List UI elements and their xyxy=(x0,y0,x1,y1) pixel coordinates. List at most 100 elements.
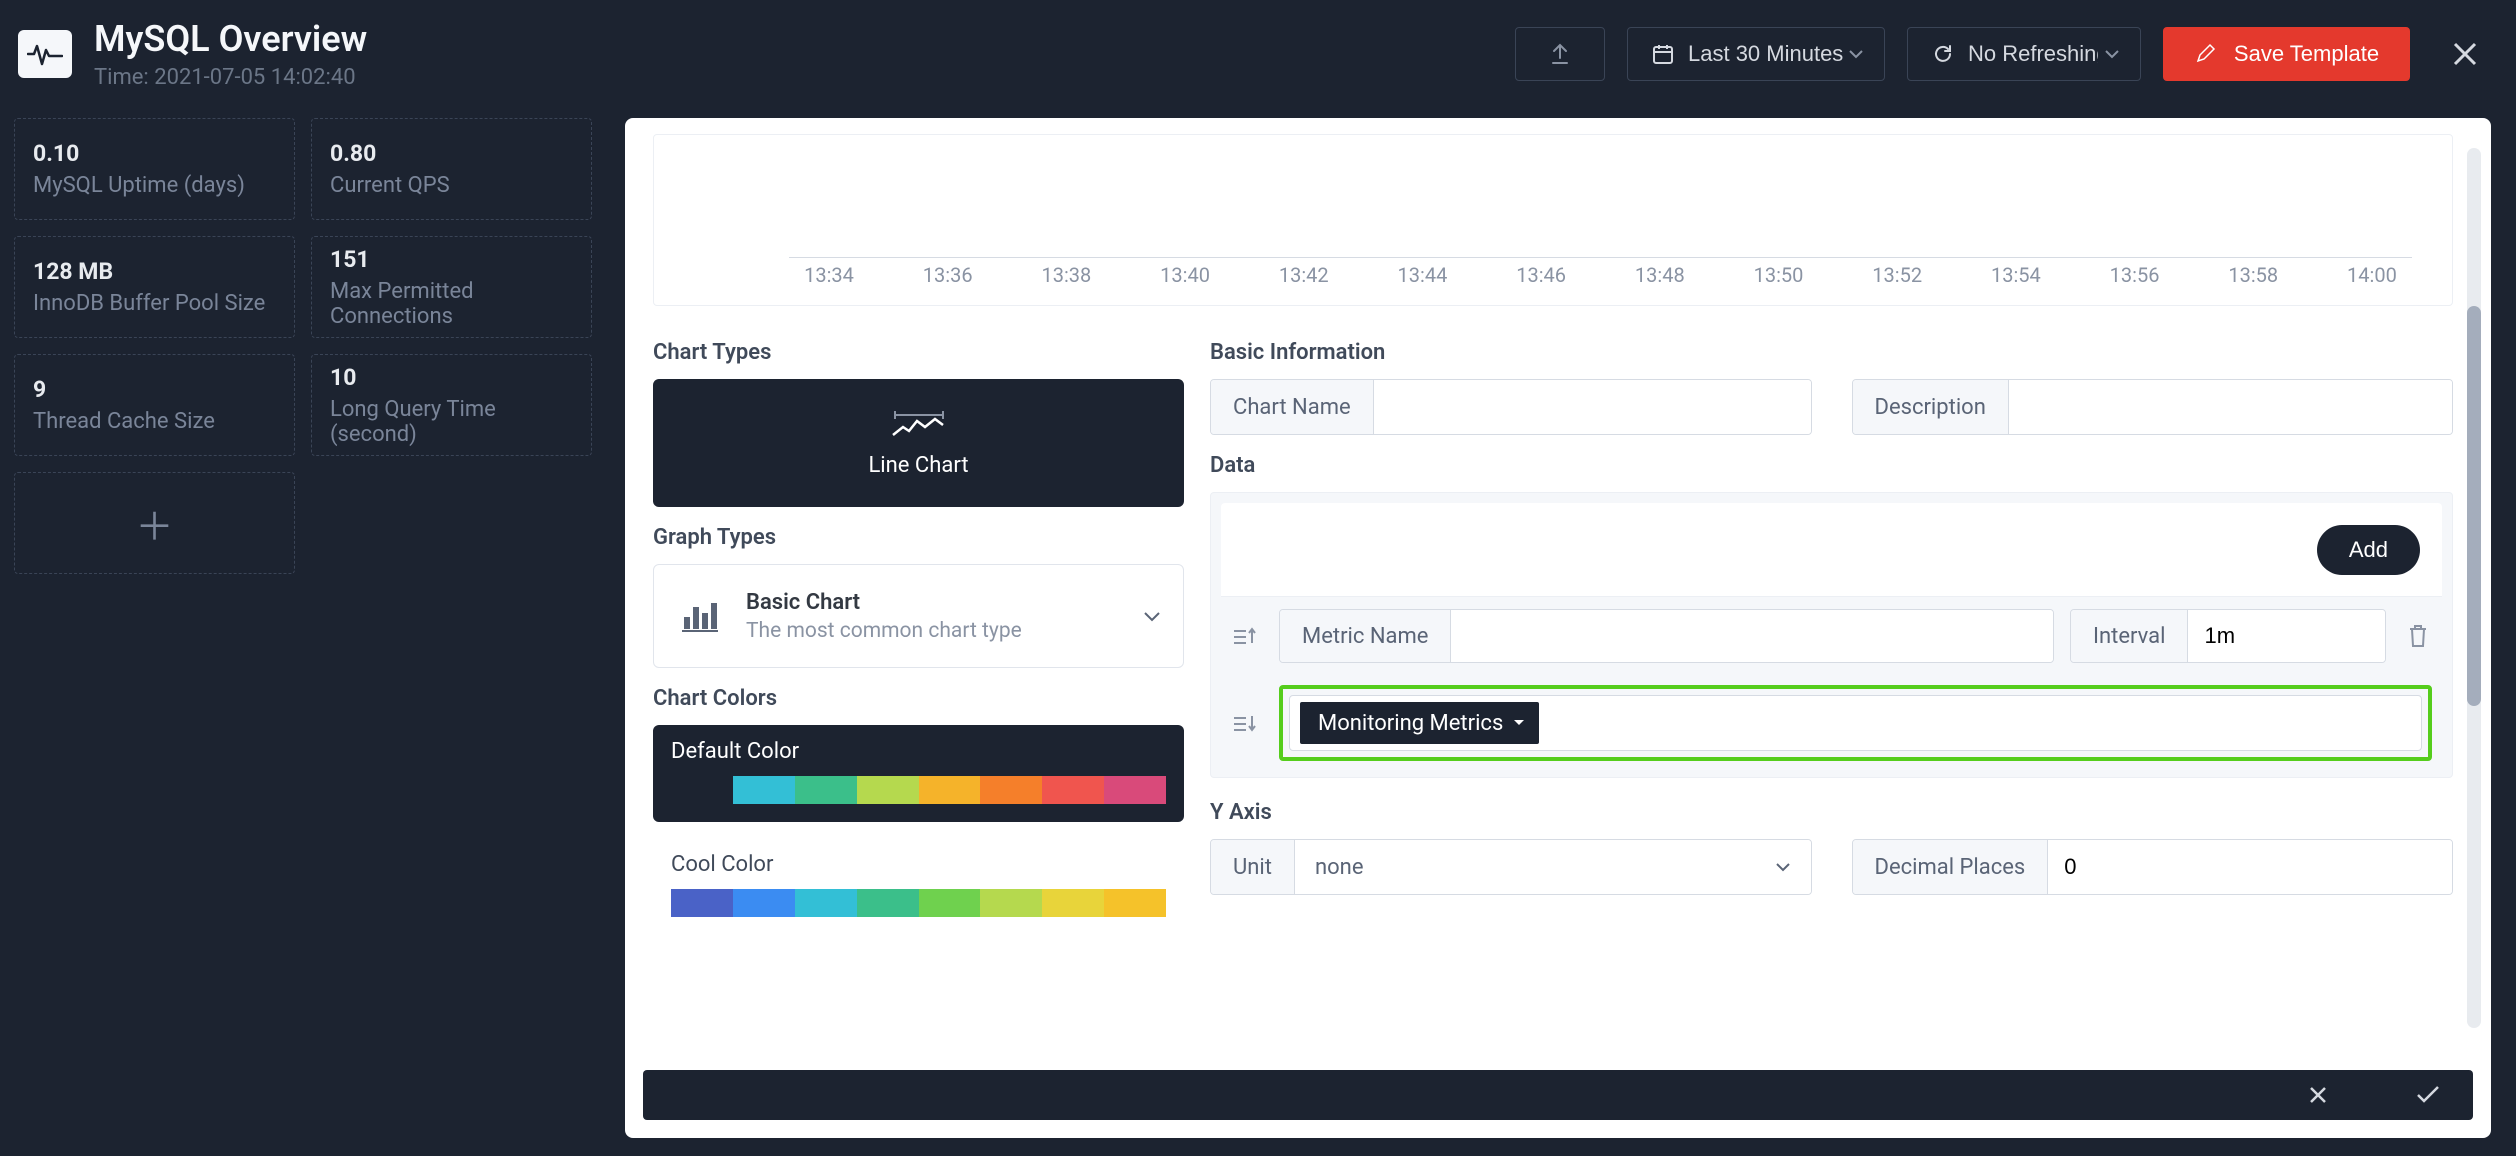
stat-card[interactable]: 9 Thread Cache Size xyxy=(14,354,295,456)
line-chart-icon xyxy=(891,409,947,439)
cancel-button[interactable] xyxy=(2307,1084,2329,1106)
save-template-label: Save Template xyxy=(2234,41,2379,67)
scrollbar[interactable] xyxy=(2467,148,2481,1028)
upload-button[interactable] xyxy=(1515,27,1605,81)
cool-color-option[interactable]: Cool Color xyxy=(653,838,1184,935)
time-range-dropdown[interactable]: Last 30 Minutes xyxy=(1627,27,1885,81)
refresh-icon xyxy=(1932,43,1954,65)
section-title-y-axis: Y Axis xyxy=(1210,800,2453,825)
interval-input[interactable] xyxy=(2188,610,2385,662)
move-down-handle[interactable] xyxy=(1225,712,1261,734)
tick-label: 13:50 xyxy=(1739,263,1819,287)
color-scheme-name: Default Color xyxy=(671,739,1166,764)
pencil-icon xyxy=(2194,43,2216,65)
monitoring-metrics-tag[interactable]: Monitoring Metrics xyxy=(1300,702,1539,744)
data-top-bar: Add xyxy=(1221,503,2442,597)
upload-icon xyxy=(1551,43,1569,65)
chevron-down-icon xyxy=(2104,49,2120,59)
interval-field: Interval xyxy=(2070,609,2386,663)
section-title-data: Data xyxy=(1210,453,2453,478)
stat-card[interactable]: 0.10 MySQL Uptime (days) xyxy=(14,118,295,220)
delete-metric-button[interactable] xyxy=(2404,623,2432,649)
stat-label: Current QPS xyxy=(330,173,573,198)
app-logo xyxy=(18,30,72,78)
tick-label: 13:38 xyxy=(1026,263,1106,287)
description-field: Description xyxy=(1852,379,2454,435)
close-icon xyxy=(2451,40,2479,68)
stat-card[interactable]: 10 Long Query Time (second) xyxy=(311,354,592,456)
confirm-button[interactable] xyxy=(2415,1085,2441,1105)
refresh-label: No Refreshing xyxy=(1968,41,2098,67)
metric-name-label: Metric Name xyxy=(1280,610,1451,662)
chart-x-labels: 13:34 13:36 13:38 13:40 13:42 13:44 13:4… xyxy=(789,263,2412,287)
stat-card[interactable]: 0.80 Current QPS xyxy=(311,118,592,220)
stat-label: Thread Cache Size xyxy=(33,409,276,434)
stat-value: 128 MB xyxy=(33,258,276,285)
section-title-graph-types: Graph Types xyxy=(653,525,1184,550)
chart-name-input[interactable] xyxy=(1374,380,1811,434)
unit-value: none xyxy=(1315,855,1364,880)
decimal-places-field: Decimal Places xyxy=(1852,839,2454,895)
monitoring-metrics-input[interactable]: Monitoring Metrics xyxy=(1289,695,2422,751)
calendar-icon xyxy=(1652,43,1674,65)
decimal-places-input[interactable] xyxy=(2048,840,2452,894)
stat-label: Long Query Time (second) xyxy=(330,397,573,447)
section-title-chart-types: Chart Types xyxy=(653,340,1184,365)
swatch-row xyxy=(671,889,1166,917)
stat-value: 10 xyxy=(330,364,573,391)
stat-value: 0.10 xyxy=(33,140,276,167)
metric-name-input[interactable] xyxy=(1451,610,2053,662)
page-time: Time: 2021-07-05 14:02:40 xyxy=(94,65,367,90)
basic-chart-desc: The most common chart type xyxy=(746,619,1121,643)
swatch xyxy=(671,776,733,804)
stat-cards: 0.10 MySQL Uptime (days) 0.80 Current QP… xyxy=(14,118,599,574)
close-button[interactable] xyxy=(2438,27,2492,81)
default-color-option[interactable]: Default Color xyxy=(653,725,1184,822)
bar-chart-icon xyxy=(676,592,724,640)
trash-icon xyxy=(2407,623,2429,649)
stat-value: 151 xyxy=(330,246,573,273)
unit-label: Unit xyxy=(1211,840,1295,894)
chart-name-label: Chart Name xyxy=(1211,380,1374,434)
header-title-wrap: MySQL Overview Time: 2021-07-05 14:02:40 xyxy=(94,18,367,90)
heartbeat-icon xyxy=(27,42,63,66)
metric-name-field: Metric Name xyxy=(1279,609,2054,663)
section-title-basic-info: Basic Information xyxy=(1210,340,2453,365)
time-range-label: Last 30 Minutes xyxy=(1688,41,1843,67)
line-chart-option[interactable]: Line Chart xyxy=(653,379,1184,507)
sort-up-icon xyxy=(1230,625,1256,647)
stat-label: InnoDB Buffer Pool Size xyxy=(33,291,276,316)
add-card-button[interactable]: ＋ xyxy=(14,472,295,574)
description-input[interactable] xyxy=(2009,380,2452,434)
stat-card[interactable]: 151 Max Permitted Connections xyxy=(311,236,592,338)
close-icon xyxy=(2307,1084,2329,1106)
scrollbar-thumb[interactable] xyxy=(2467,306,2481,706)
move-up-handle[interactable] xyxy=(1225,625,1261,647)
check-icon xyxy=(2415,1085,2441,1105)
tick-label: 13:42 xyxy=(1264,263,1344,287)
stat-label: Max Permitted Connections xyxy=(330,279,573,329)
chart-preview: 13:34 13:36 13:38 13:40 13:42 13:44 13:4… xyxy=(653,134,2453,306)
header: MySQL Overview Time: 2021-07-05 14:02:40… xyxy=(0,0,2516,90)
tick-label: 13:34 xyxy=(789,263,869,287)
line-chart-label: Line Chart xyxy=(868,453,968,478)
tick-label: 13:56 xyxy=(2095,263,2175,287)
save-template-button[interactable]: Save Template xyxy=(2163,27,2410,81)
tick-label: 13:40 xyxy=(1145,263,1225,287)
graph-type-dropdown[interactable]: Basic Chart The most common chart type xyxy=(653,564,1184,668)
tick-label: 14:00 xyxy=(2332,263,2412,287)
section-title-chart-colors: Chart Colors xyxy=(653,686,1184,711)
stat-value: 9 xyxy=(33,376,276,403)
chart-name-field: Chart Name xyxy=(1210,379,1812,435)
stat-label: MySQL Uptime (days) xyxy=(33,173,276,198)
stat-value: 0.80 xyxy=(330,140,573,167)
add-metric-button[interactable]: Add xyxy=(2317,525,2420,575)
tick-label: 13:48 xyxy=(1620,263,1700,287)
chevron-down-icon xyxy=(1143,610,1161,622)
stat-card[interactable]: 128 MB InnoDB Buffer Pool Size xyxy=(14,236,295,338)
unit-select[interactable]: none xyxy=(1295,840,1811,894)
tick-label: 13:52 xyxy=(1857,263,1937,287)
tick-label: 13:36 xyxy=(908,263,988,287)
metric-row: Metric Name Interval xyxy=(1211,597,2452,675)
refresh-dropdown[interactable]: No Refreshing xyxy=(1907,27,2141,81)
